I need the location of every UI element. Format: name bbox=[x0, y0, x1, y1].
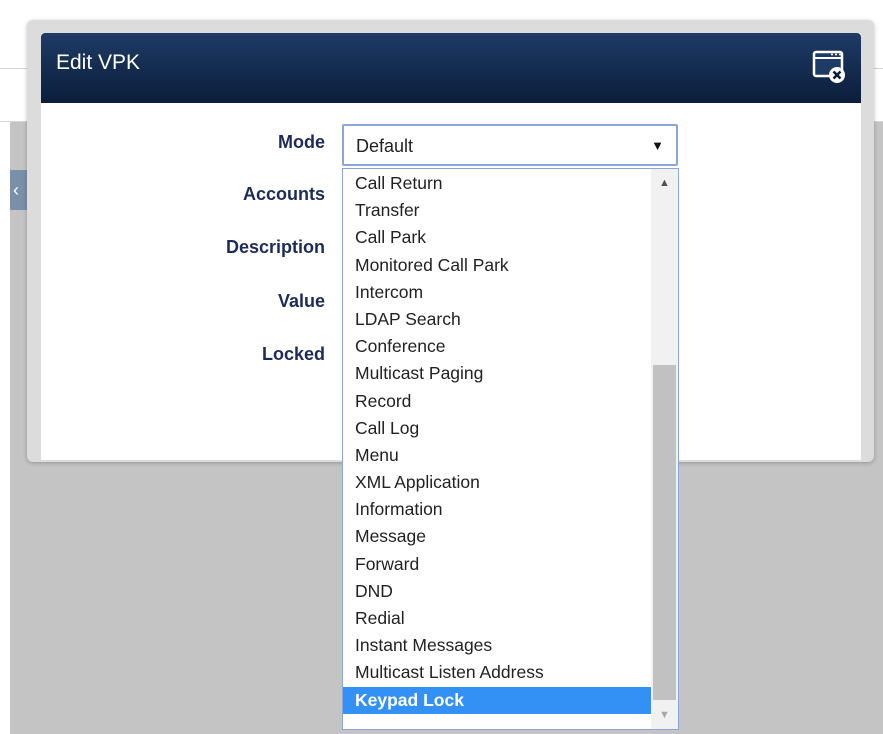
scroll-up-icon[interactable]: ▲ bbox=[651, 171, 678, 195]
mode-label: Mode bbox=[278, 132, 325, 152]
mode-option[interactable]: Menu bbox=[343, 442, 653, 469]
scrollbar-thumb[interactable] bbox=[653, 365, 676, 700]
mode-option[interactable]: Conference bbox=[343, 333, 653, 360]
mode-option[interactable]: Redial bbox=[343, 605, 653, 632]
scroll-down-icon[interactable]: ▼ bbox=[651, 703, 678, 727]
mode-option[interactable]: Multicast Paging bbox=[343, 360, 653, 387]
locked-label: Locked bbox=[261, 344, 325, 364]
accounts-label: Accounts bbox=[242, 184, 325, 204]
dialog-header bbox=[41, 33, 861, 103]
dropdown-scrollbar[interactable]: ▲ ▼ bbox=[651, 169, 678, 729]
mode-select[interactable]: Default ▼ bbox=[342, 124, 678, 166]
mode-select-value: Default bbox=[356, 136, 414, 156]
mode-option[interactable]: Instant Messages bbox=[343, 632, 653, 659]
mode-option[interactable]: Call Return bbox=[343, 170, 653, 197]
mode-option[interactable]: Multicast Listen Address bbox=[343, 659, 653, 686]
background-left-strip bbox=[0, 122, 10, 734]
close-window-button[interactable] bbox=[812, 50, 848, 84]
chevron-left-icon: ‹ bbox=[13, 180, 19, 200]
description-label: Description bbox=[225, 237, 325, 257]
mode-option[interactable]: Message bbox=[343, 523, 653, 550]
mode-option[interactable]: Record bbox=[343, 388, 653, 415]
mode-option[interactable]: Transfer bbox=[343, 197, 653, 224]
close-window-icon bbox=[812, 50, 845, 83]
value-label: Value bbox=[277, 291, 325, 311]
mode-option[interactable]: Information bbox=[343, 496, 653, 523]
mode-option[interactable]: Call Log bbox=[343, 415, 653, 442]
mode-option[interactable]: Intercom bbox=[343, 279, 653, 306]
mode-options: Call Return Transfer Call Park Monitored Ca… bbox=[343, 170, 653, 714]
mode-option[interactable]: XML Application bbox=[343, 469, 653, 496]
mode-dropdown-list[interactable]: Call Return Transfer Call Park Monitored Ca… bbox=[342, 168, 679, 730]
chevron-down-icon: ▼ bbox=[651, 138, 664, 153]
mode-option[interactable]: Keypad Lock bbox=[343, 686, 653, 714]
mode-option[interactable]: Forward bbox=[343, 551, 653, 578]
mode-option[interactable]: Call Park bbox=[343, 224, 653, 251]
mode-option[interactable]: DND bbox=[343, 578, 653, 605]
dialog-title: Edit VPK bbox=[56, 51, 141, 74]
mode-option[interactable]: Monitored Call Park bbox=[343, 252, 653, 279]
mode-option[interactable]: LDAP Search bbox=[343, 306, 653, 333]
